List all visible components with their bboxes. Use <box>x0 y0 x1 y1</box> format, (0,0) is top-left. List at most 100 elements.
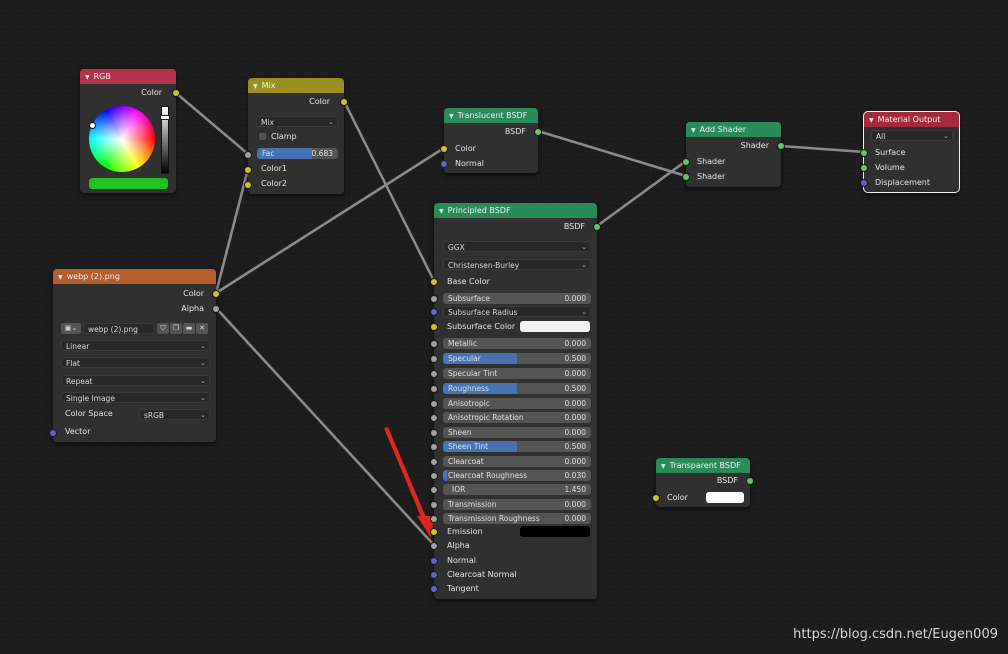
source-select[interactable]: Single Image ⌄ <box>61 392 210 403</box>
roughness-slider[interactable]: Roughness 0.500 <box>443 383 591 394</box>
extension-select[interactable]: Repeat ⌄ <box>61 375 210 386</box>
transparent-node-header[interactable]: ▼ Transparent BSDF <box>656 458 750 473</box>
image-browse-icon[interactable]: ▣⌄ <box>61 323 81 334</box>
specular-tint-slider[interactable]: Specular Tint 0.000 <box>443 368 591 379</box>
image-name-field[interactable]: webp (2).png <box>83 323 155 334</box>
input-socket-normal[interactable] <box>440 160 448 168</box>
input-socket-surface[interactable] <box>860 149 868 157</box>
clamp-checkbox[interactable] <box>259 133 266 140</box>
input-socket-color2[interactable] <box>244 181 252 189</box>
input-socket-clearcoat[interactable] <box>430 458 438 466</box>
material-output-node[interactable]: ▼ Material Output All ⌄ Surface Volume Dis… <box>860 111 960 193</box>
add-shader-header[interactable]: ▼ Add Shader <box>686 122 781 137</box>
input-socket-ior[interactable] <box>430 486 438 494</box>
input-socket-clearcoat-roughness[interactable] <box>430 472 438 480</box>
input-socket-volume[interactable] <box>860 164 868 172</box>
input-socket-color1[interactable] <box>244 166 252 174</box>
input-socket-anisotropic-rotation[interactable] <box>430 414 438 422</box>
translucent-bsdf-node[interactable]: ▼ Translucent BSDF BSDF Color Normal <box>440 108 542 173</box>
input-socket-normal[interactable] <box>430 557 438 565</box>
input-socket-fac[interactable] <box>244 151 252 159</box>
input-socket-transmission[interactable] <box>430 501 438 509</box>
input-socket-anisotropic[interactable] <box>430 400 438 408</box>
collapse-triangle-icon[interactable]: ▼ <box>439 208 444 215</box>
input-socket-roughness[interactable] <box>430 385 438 393</box>
duplicate-icon[interactable]: ❐ <box>170 323 182 334</box>
anisotropic-rotation-slider[interactable]: Anisotropic Rotation 0.000 <box>443 412 591 423</box>
subsurface-method-select[interactable]: Christensen-Burley ⌄ <box>443 259 591 270</box>
add-shader-node[interactable]: ▼ Add Shader Shader Shader Shader <box>682 122 785 187</box>
input-socket-vector[interactable] <box>49 429 57 437</box>
input-socket-color[interactable] <box>652 494 660 502</box>
transmission-roughness-slider[interactable]: Transmission Roughness 0.000 <box>443 513 591 524</box>
mix-node-header[interactable]: ▼ Mix <box>248 78 344 93</box>
collapse-triangle-icon[interactable]: ▼ <box>869 117 874 124</box>
rgb-node[interactable]: ▼ RGB Color <box>80 69 180 193</box>
color-wheel[interactable] <box>89 106 155 172</box>
sheen-slider[interactable]: Sheen 0.000 <box>443 427 591 438</box>
principled-bsdf-node[interactable]: ▼ Principled BSDF BSDF GGX ⌄ Christensen-B… <box>430 203 601 599</box>
interpolation-select[interactable]: Linear ⌄ <box>61 340 210 351</box>
input-socket-sheen-tint[interactable] <box>430 443 438 451</box>
clearcoat-roughness-slider[interactable]: Clearcoat Roughness 0.030 <box>443 470 591 481</box>
input-socket-subsurface-radius[interactable] <box>430 308 438 316</box>
input-socket-sheen[interactable] <box>430 429 438 437</box>
principled-node-header[interactable]: ▼ Principled BSDF <box>434 203 597 218</box>
metallic-slider[interactable]: Metallic 0.000 <box>443 338 591 349</box>
output-socket-shader[interactable] <box>777 142 785 150</box>
output-socket-bsdf[interactable] <box>593 223 601 231</box>
transparent-bsdf-node[interactable]: ▼ Transparent BSDF BSDF Color <box>652 458 754 507</box>
subsurface-radius-select[interactable]: Subsurface Radius ⌄ <box>443 306 591 317</box>
input-socket-base-color[interactable] <box>430 278 438 286</box>
rgb-color-swatch[interactable] <box>89 178 168 189</box>
color-space-select[interactable]: sRGB ⌄ <box>139 409 210 420</box>
image-node-header[interactable]: ▼ webp (2).png <box>53 269 216 284</box>
rgb-node-header[interactable]: ▼ RGB <box>80 69 176 84</box>
target-select[interactable]: All ⌄ <box>871 130 953 141</box>
output-socket-bsdf[interactable] <box>534 128 542 136</box>
anisotropic-slider[interactable]: Anisotropic 0.000 <box>443 398 591 409</box>
wheel-cursor[interactable] <box>89 122 96 129</box>
translucent-node-header[interactable]: ▼ Translucent BSDF <box>444 108 538 123</box>
input-socket-color[interactable] <box>440 145 448 153</box>
input-socket-subsurface-color[interactable] <box>430 323 438 331</box>
subsurface-slider[interactable]: Subsurface 0.000 <box>443 293 591 304</box>
mix-node[interactable]: ▼ Mix Color Mix ⌄ Clamp Fac 0.683 Color1 C… <box>244 78 348 194</box>
input-socket-alpha[interactable] <box>430 542 438 550</box>
collapse-triangle-icon[interactable]: ▼ <box>253 83 258 90</box>
folder-icon[interactable]: ▬ <box>183 323 195 334</box>
subsurface-color-swatch[interactable] <box>520 321 590 332</box>
input-socket-metallic[interactable] <box>430 340 438 348</box>
input-socket-specular-tint[interactable] <box>430 370 438 378</box>
input-socket-displacement[interactable] <box>860 179 868 187</box>
emission-color-swatch[interactable] <box>520 526 590 537</box>
input-socket-subsurface[interactable] <box>430 295 438 303</box>
collapse-triangle-icon[interactable]: ▼ <box>691 127 696 134</box>
input-socket-transmission-roughness[interactable] <box>430 515 438 523</box>
fake-user-shield-icon[interactable]: ⛉ <box>157 323 169 334</box>
color-swatch[interactable] <box>706 492 744 503</box>
input-socket-emission[interactable] <box>430 528 438 536</box>
output-socket-alpha[interactable] <box>212 305 220 313</box>
output-socket-color[interactable] <box>340 98 348 106</box>
fac-slider[interactable]: Fac 0.683 <box>257 148 338 159</box>
input-socket-shader1[interactable] <box>682 158 690 166</box>
collapse-triangle-icon[interactable]: ▼ <box>661 463 666 470</box>
specular-slider[interactable]: Specular 0.500 <box>443 353 591 364</box>
projection-select[interactable]: Flat ⌄ <box>61 357 210 368</box>
collapse-triangle-icon[interactable]: ▼ <box>449 113 454 120</box>
output-node-header[interactable]: ▼ Material Output <box>864 112 959 127</box>
input-socket-shader2[interactable] <box>682 173 690 181</box>
input-socket-specular[interactable] <box>430 355 438 363</box>
input-socket-tangent[interactable] <box>430 585 438 593</box>
ior-slider[interactable]: IOR 1.450 <box>443 484 591 495</box>
image-texture-node[interactable]: ▼ webp (2).png Color Alpha ▣⌄ webp (2).pn… <box>49 269 220 442</box>
output-socket-bsdf[interactable] <box>746 477 754 485</box>
collapse-triangle-icon[interactable]: ▼ <box>85 74 90 81</box>
collapse-triangle-icon[interactable]: ▼ <box>58 274 63 281</box>
output-socket-color[interactable] <box>172 89 180 97</box>
sheen-tint-slider[interactable]: Sheen Tint 0.500 <box>443 441 591 452</box>
output-socket-color[interactable] <box>212 290 220 298</box>
transmission-slider[interactable]: Transmission 0.000 <box>443 499 591 510</box>
input-socket-clearcoat-normal[interactable] <box>430 571 438 579</box>
